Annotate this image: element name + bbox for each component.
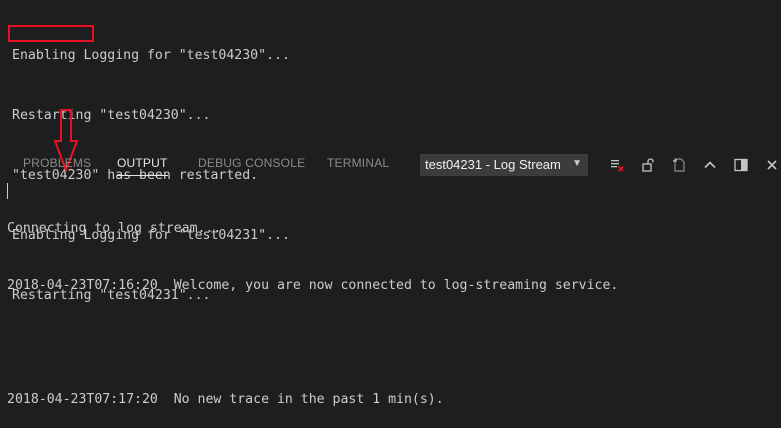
tab-debug-console[interactable]: DEBUG CONSOLE bbox=[198, 156, 305, 170]
tab-problems[interactable]: PROBLEMS bbox=[23, 156, 91, 170]
panel-tab-bar: PROBLEMS OUTPUT DEBUG CONSOLE TERMINAL bbox=[0, 152, 781, 178]
clear-output-icon[interactable] bbox=[609, 157, 625, 173]
output-line: 2018-04-23T07:17:20 No new trace in the … bbox=[7, 392, 444, 407]
lock-scroll-icon[interactable] bbox=[640, 157, 656, 173]
output-line: Connecting to log stream... bbox=[7, 221, 222, 236]
maximize-panel-icon[interactable] bbox=[702, 157, 718, 173]
output-line: 2018-04-23T07:16:20 Welcome, you are now… bbox=[7, 278, 619, 293]
text-cursor bbox=[7, 183, 8, 199]
output-log-area: Connecting to log stream... 2018-04-23T0… bbox=[7, 181, 618, 428]
tab-output[interactable]: OUTPUT bbox=[117, 156, 168, 176]
open-log-file-icon[interactable] bbox=[671, 157, 687, 173]
close-icon[interactable] bbox=[764, 157, 780, 173]
tab-terminal[interactable]: TERMINAL bbox=[327, 156, 389, 170]
split-panel-icon[interactable] bbox=[733, 157, 749, 173]
chevron-down-icon: ▼ bbox=[572, 158, 582, 169]
output-channel-value: test04231 - Log Stream bbox=[425, 157, 561, 172]
output-channel-select[interactable]: test04231 - Log Stream ▼ bbox=[420, 154, 588, 176]
